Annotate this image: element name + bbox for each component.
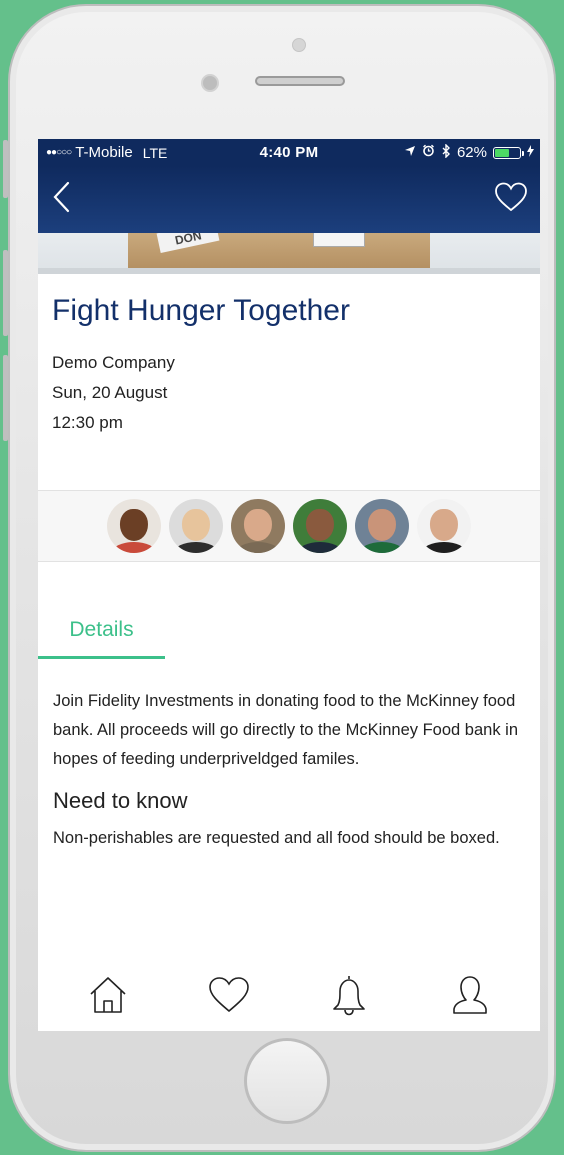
attendee-avatar[interactable]	[107, 499, 161, 553]
top-camera-dot	[292, 38, 306, 52]
avatar-body	[112, 542, 156, 553]
bottom-tab-bar	[38, 959, 540, 1031]
attendee-avatar[interactable]	[231, 499, 285, 553]
event-title: Fight Hunger Together	[52, 294, 350, 327]
battery-percent: 62%	[456, 144, 487, 161]
avatar-body	[422, 542, 466, 553]
avatar-face	[119, 508, 149, 542]
avatar-body	[174, 542, 218, 553]
event-time: 12:30 pm	[52, 413, 123, 432]
avatar-body	[236, 542, 280, 553]
network-type: LTE	[142, 144, 168, 161]
volume-up-button	[3, 250, 8, 336]
active-tab-indicator	[38, 656, 165, 659]
bluetooth-icon	[441, 142, 451, 162]
avatar-body	[298, 542, 342, 553]
carrier-name: T-Mobile	[75, 144, 133, 161]
earpiece-speaker	[255, 76, 345, 86]
donation-box-image: DON	[128, 233, 430, 270]
heart-icon[interactable]	[207, 973, 251, 1017]
event-date: Sun, 20 August	[52, 383, 168, 402]
details-content: Join Fidelity Investments in donating fo…	[38, 659, 540, 853]
bell-icon[interactable]	[327, 973, 371, 1017]
attendee-avatar[interactable]	[355, 499, 409, 553]
event-hero-image: DON	[38, 233, 540, 274]
avatar-face	[305, 508, 335, 542]
profile-icon[interactable]	[448, 973, 492, 1017]
home-icon[interactable]	[86, 973, 130, 1017]
signal-strength: ●●○○○	[46, 147, 72, 158]
need-to-know-text: Non-perishables are requested and all fo…	[53, 829, 500, 847]
avatar-face	[367, 508, 397, 542]
attendee-avatars[interactable]	[38, 490, 540, 562]
volume-down-button	[3, 355, 8, 441]
attendee-avatar[interactable]	[169, 499, 223, 553]
event-info: Fight Hunger Together Demo Company Sun, …	[38, 274, 540, 438]
status-bar: ●●○○○ T-Mobile LTE 4:40 PM 62%	[38, 139, 540, 166]
avatar-face	[243, 508, 273, 542]
box-label	[313, 233, 365, 247]
shelf	[38, 268, 540, 274]
home-button[interactable]	[244, 1038, 330, 1124]
navigation-bar	[38, 166, 540, 233]
avatar-face	[181, 508, 211, 542]
front-camera	[201, 74, 219, 92]
favorite-heart-icon[interactable]	[494, 182, 528, 217]
back-chevron-icon[interactable]	[52, 181, 72, 218]
app-screen: ●●○○○ T-Mobile LTE 4:40 PM 62% DON Fight…	[38, 139, 540, 1031]
event-organizer: Demo Company	[52, 353, 175, 372]
attendee-avatar[interactable]	[293, 499, 347, 553]
tab-details[interactable]: Details	[38, 618, 165, 642]
status-time: 4:40 PM	[259, 144, 319, 161]
mute-switch	[3, 140, 8, 198]
tab-bar-sections: Details	[38, 614, 540, 659]
location-arrow-icon	[404, 144, 416, 161]
avatar-body	[360, 542, 404, 553]
event-description: Join Fidelity Investments in donating fo…	[53, 692, 518, 768]
alarm-clock-icon	[422, 144, 435, 161]
box-tag: DON	[156, 233, 220, 254]
avatar-face	[429, 508, 459, 542]
charging-bolt-icon	[527, 144, 534, 161]
attendee-avatar[interactable]	[417, 499, 471, 553]
need-to-know-heading: Need to know	[53, 788, 188, 813]
battery-icon	[493, 146, 524, 159]
